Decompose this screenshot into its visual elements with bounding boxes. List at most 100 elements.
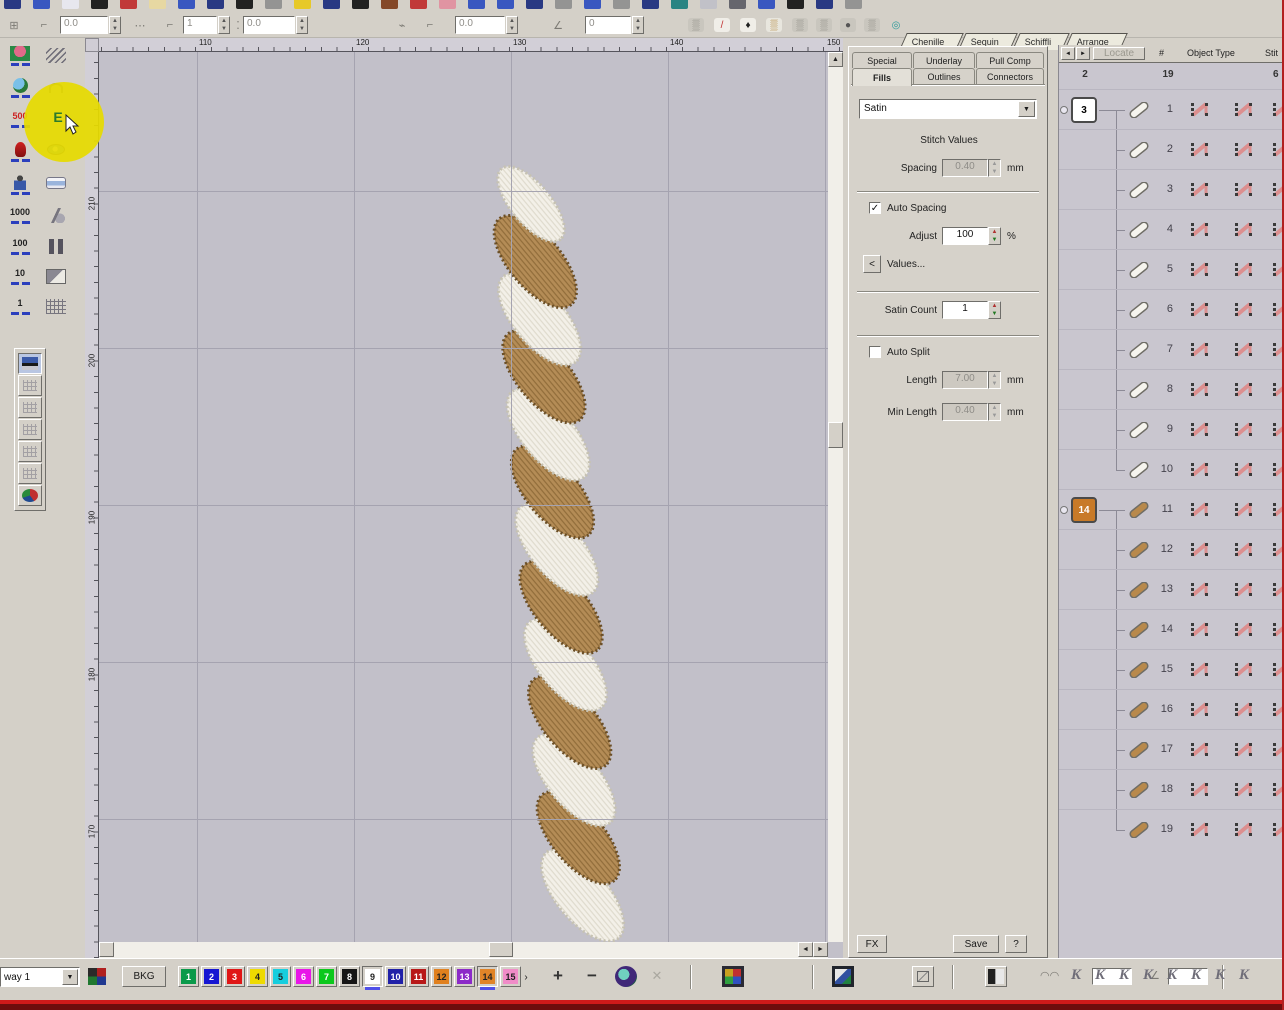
- help-button[interactable]: ?: [1005, 935, 1027, 953]
- toolbar-stitch-dot-icon[interactable]: ●: [838, 16, 858, 34]
- toolbar-glyph-icon-8[interactable]: ⌐: [420, 16, 440, 34]
- arc-icon[interactable]: ◠◠: [1040, 969, 1059, 982]
- toolbar-spinner-4[interactable]: ▲▼: [506, 16, 518, 34]
- props-tab-outlines[interactable]: Outlines: [913, 68, 975, 84]
- binoculars-button[interactable]: [42, 239, 70, 254]
- half-square-button[interactable]: [42, 269, 70, 284]
- toolbar-glyph-icon-4[interactable]: ⌐: [160, 16, 180, 34]
- toolbar-icon-18[interactable]: [497, 0, 514, 9]
- toolbar-field-3[interactable]: 0.0: [243, 16, 295, 34]
- scroll-up-button[interactable]: ▲: [828, 52, 843, 67]
- stitch-effect-icon-6[interactable]: K: [1186, 967, 1206, 987]
- toolbar-spinner-1[interactable]: ▲▼: [109, 16, 121, 34]
- zoom-preset-person-icon[interactable]: [6, 175, 34, 195]
- toolbar-icon-25[interactable]: [700, 0, 717, 9]
- stitch-effect-icon-4[interactable]: K: [1138, 967, 1158, 987]
- toolbar-icon-27[interactable]: [758, 0, 775, 9]
- zoom-out-button[interactable]: −: [580, 965, 604, 987]
- toolbar-glyph-icon-1[interactable]: ⊞: [4, 16, 24, 34]
- toolbar-icon-11[interactable]: [294, 0, 311, 9]
- color-swatch-10[interactable]: 10: [385, 966, 406, 987]
- min-length-field[interactable]: 0.40: [942, 403, 988, 421]
- mini-tool-button-7[interactable]: [18, 485, 42, 506]
- toolbar-icon-4[interactable]: [91, 0, 108, 9]
- object-row-11[interactable]: 1411: [1059, 489, 1284, 529]
- toolbar-icon-29[interactable]: [816, 0, 833, 9]
- toolbar-icon-20[interactable]: [555, 0, 572, 9]
- nav-prev-button[interactable]: ◄: [1061, 47, 1075, 60]
- thread-color-chip[interactable]: 3: [1071, 97, 1097, 123]
- color-swatch-11[interactable]: 11: [408, 966, 429, 987]
- mini-tool-button-1[interactable]: [18, 353, 42, 374]
- image-icon[interactable]: [832, 966, 854, 987]
- background-color-button[interactable]: BKG: [122, 966, 166, 987]
- toolbar-icon-1[interactable]: [4, 0, 21, 9]
- horizontal-scroll-thumb[interactable]: [489, 942, 513, 957]
- toolbar-icon-3[interactable]: [62, 0, 79, 9]
- stitch-effect-icon-2[interactable]: K: [1090, 967, 1110, 987]
- toolbar-icon-13[interactable]: [352, 0, 369, 9]
- object-row-18[interactable]: 18: [1059, 769, 1284, 809]
- color-swatch-15[interactable]: 15: [500, 966, 521, 987]
- toolbar-icon-17[interactable]: [468, 0, 485, 9]
- color-swatch-2[interactable]: 2: [201, 966, 222, 987]
- toolbar-icon-10[interactable]: [265, 0, 282, 9]
- object-row-17[interactable]: 17: [1059, 729, 1284, 769]
- toolbar-icon-23[interactable]: [642, 0, 659, 9]
- object-row-19[interactable]: 19: [1059, 809, 1284, 849]
- horizontal-scrollbar[interactable]: ◄ ►: [99, 942, 828, 958]
- design-grid-icon[interactable]: [722, 966, 744, 987]
- toolbar-icon-24[interactable]: [671, 0, 688, 9]
- object-row-10[interactable]: 10: [1059, 449, 1284, 489]
- mini-tool-button-5[interactable]: [18, 441, 42, 462]
- color-swatch-12[interactable]: 12: [431, 966, 452, 987]
- toolbar-grid-icon-b[interactable]: ▒: [814, 16, 834, 34]
- color-wheel-icon[interactable]: [615, 966, 637, 987]
- props-tab-connectors[interactable]: Connectors: [976, 68, 1044, 84]
- toolbar-figure-icon[interactable]: ▒: [764, 16, 784, 34]
- props-tab-special[interactable]: Special: [852, 52, 912, 68]
- color-swatch-5[interactable]: 5: [270, 966, 291, 987]
- color-swatch-8[interactable]: 8: [339, 966, 360, 987]
- palette-icon[interactable]: [86, 966, 108, 987]
- length-spinner[interactable]: ▲▼: [988, 371, 1001, 389]
- scroll-right-button-2[interactable]: ►: [813, 942, 828, 957]
- object-row-2[interactable]: 2: [1059, 129, 1284, 169]
- toolbar-icon-8[interactable]: [207, 0, 224, 9]
- toolbar-select-icon[interactable]: ▒: [686, 16, 706, 34]
- toolbar-spinner-3[interactable]: ▲▼: [296, 16, 308, 34]
- toolbar-glyph-icon-7[interactable]: ⌁: [392, 16, 412, 34]
- zoom-in-button[interactable]: +: [546, 965, 570, 987]
- hatch-lines-button[interactable]: [42, 48, 70, 63]
- zoom-preset-globe-icon[interactable]: [6, 78, 34, 98]
- spacing-field[interactable]: 0.40: [942, 159, 988, 177]
- scroll-left-button[interactable]: [99, 942, 114, 957]
- object-row-15[interactable]: 15: [1059, 649, 1284, 689]
- toolbar-grid-icon-a[interactable]: ▒: [790, 16, 810, 34]
- toolbar-icon-12[interactable]: [323, 0, 340, 9]
- mini-tool-button-6[interactable]: [18, 463, 42, 484]
- toolbar-glyph-icon-6[interactable]: [330, 16, 350, 34]
- toolbar-icon-7[interactable]: [178, 0, 195, 9]
- values-expand-button[interactable]: <: [863, 255, 881, 273]
- adjust-field[interactable]: 100: [942, 227, 988, 245]
- adjust-spinner[interactable]: ▲▼: [988, 227, 1001, 245]
- stitch-effect-icon-8[interactable]: K: [1234, 967, 1254, 987]
- props-tab-pull-comp[interactable]: Pull Comp: [976, 52, 1044, 68]
- zoom-preset-1[interactable]: 1: [6, 297, 34, 315]
- scroll-right-button[interactable]: ◄: [798, 942, 813, 957]
- toolbar-bulb-icon[interactable]: ♦: [738, 16, 758, 34]
- toolbar-glyph-icon-5[interactable]: ⁚: [228, 16, 248, 34]
- lettering-icon[interactable]: [985, 966, 1007, 987]
- toolbar-field-2[interactable]: 1: [183, 16, 217, 34]
- color-swatch-13[interactable]: 13: [454, 966, 475, 987]
- color-swatch-4[interactable]: 4: [247, 966, 268, 987]
- vertical-scrollbar[interactable]: ▲: [828, 52, 843, 942]
- locate-button[interactable]: Locate: [1093, 47, 1145, 60]
- object-row-8[interactable]: 8: [1059, 369, 1284, 409]
- satin-count-field[interactable]: 1: [942, 301, 988, 319]
- toolbar-icon-19[interactable]: [526, 0, 543, 9]
- stitch-effect-icon-3[interactable]: K: [1114, 967, 1134, 987]
- toolbar-glyph-icon-3[interactable]: ⋯: [130, 16, 150, 34]
- min-length-spinner[interactable]: ▲▼: [988, 403, 1001, 421]
